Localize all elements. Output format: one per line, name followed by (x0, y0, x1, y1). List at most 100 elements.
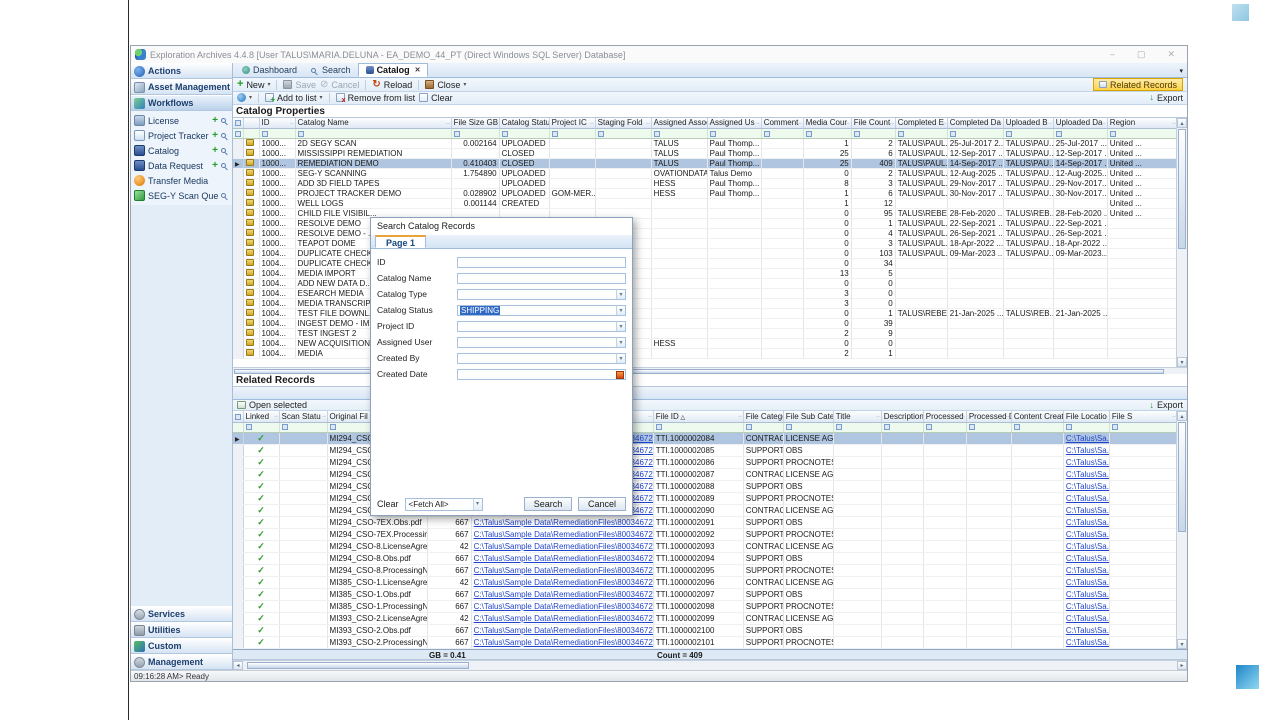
filter-icon[interactable] (884, 424, 890, 430)
cell[interactable]: TALUS\PAUL... (895, 249, 947, 259)
chevron-down-icon[interactable]: ▾ (473, 499, 482, 510)
file-location-link[interactable]: C:\Talus\Sa... (1066, 626, 1110, 635)
file-location-link[interactable]: C:\Talus\Sa... (1066, 614, 1110, 623)
file-location-cell[interactable]: C:\Talus\Sa... (1063, 480, 1109, 492)
file-path-link[interactable]: C:\Talus\Sample Data\RemediationFiles\80… (474, 590, 654, 599)
cell[interactable] (1107, 249, 1177, 259)
cell[interactable] (1003, 339, 1053, 349)
assigned-user-input[interactable]: ▾ (457, 337, 626, 348)
file-path-link[interactable]: C:\Talus\Sample Data\RemediationFiles\80… (474, 614, 654, 623)
file-id-cell[interactable]: TTI.1000002085 (653, 444, 743, 456)
linked-cell[interactable]: ✓ (243, 432, 279, 444)
cell[interactable] (1109, 588, 1177, 600)
filter-cell[interactable] (653, 422, 743, 432)
column-header-content-created[interactable]: Content Created◦◦ (1011, 411, 1063, 422)
cell[interactable] (947, 279, 1003, 289)
file-location-cell[interactable]: C:\Talus\Sa... (1063, 456, 1109, 468)
sidebar-item-data-request[interactable]: Data Request+ (131, 158, 232, 173)
cell[interactable]: CREATED (499, 199, 549, 209)
filter-cell[interactable] (783, 422, 833, 432)
cell[interactable] (833, 600, 881, 612)
file-id-cell[interactable]: TTI.1000002084 (653, 432, 743, 444)
file-location-link[interactable]: C:\Talus\Sa... (1066, 554, 1110, 563)
cell[interactable]: 2 (851, 139, 895, 149)
filter-icon[interactable] (598, 131, 604, 137)
cell[interactable] (651, 259, 707, 269)
cell[interactable]: 30-Nov-2017 ... (947, 189, 1003, 199)
cell[interactable] (1003, 289, 1053, 299)
filter-cell[interactable] (295, 129, 451, 139)
column-header-processed-e[interactable]: Processed E◦◦ (923, 411, 966, 422)
table-row[interactable]: ✓MI294_CSO-7EX.Obs.pdf667C:\Talus\Sample… (233, 516, 1178, 528)
cell[interactable] (1011, 528, 1063, 540)
cell[interactable]: 1 (803, 189, 851, 199)
cell[interactable] (1011, 588, 1063, 600)
sort-filter-icons[interactable]: ◦◦ (738, 414, 742, 420)
filter-cell[interactable] (1109, 422, 1177, 432)
column-header-completed-da[interactable]: Completed Da◦◦ (947, 118, 1003, 129)
file-path-link[interactable]: C:\Talus\Sample Data\RemediationFiles\80… (474, 638, 654, 647)
filter-cell[interactable] (549, 129, 595, 139)
cell[interactable] (761, 249, 803, 259)
cell[interactable] (1053, 319, 1107, 329)
cell[interactable] (923, 540, 966, 552)
cell[interactable] (895, 199, 947, 209)
original-file-cell[interactable]: MI294_CSO-8.LicenseAgre... (327, 540, 427, 552)
cell[interactable] (881, 576, 923, 588)
cell[interactable] (881, 636, 923, 648)
file-category-cell[interactable]: SUPPORT (743, 564, 783, 576)
cell[interactable]: TALUS\PAU... (1003, 159, 1053, 169)
cell[interactable]: 1004... (259, 269, 295, 279)
sidebar-item-project-tracker[interactable]: Project Tracker+ (131, 128, 232, 143)
file-path-link[interactable]: C:\Talus\Sample Data\RemediationFiles\80… (474, 530, 654, 539)
cell[interactable] (761, 179, 803, 189)
file-subcategory-cell[interactable]: LICENSE AGR... (783, 612, 833, 624)
file-id-cell[interactable]: TTI.1000002096 (653, 576, 743, 588)
sort-filter-icons[interactable]: ◦◦ (918, 414, 922, 420)
scan-status-cell[interactable] (279, 480, 327, 492)
linked-cell[interactable]: ✓ (243, 468, 279, 480)
cell[interactable]: Paul Thomp... (707, 189, 761, 199)
filter-icon[interactable] (898, 131, 904, 137)
cell[interactable] (651, 249, 707, 259)
original-file-cell[interactable]: MI294_CSO-7EX.Obs.pdf (327, 516, 427, 528)
cell[interactable] (451, 149, 499, 159)
column-header-description[interactable]: Description◦◦ (881, 411, 923, 422)
fetch-mode-combo[interactable]: <Fetch All> ▾ (405, 498, 483, 511)
export-button[interactable]: ↓ Export (1149, 93, 1183, 103)
cell[interactable] (1109, 444, 1177, 456)
cell[interactable] (833, 552, 881, 564)
table-row[interactable]: 1000...WELL LOGS0.001144CREATED112United… (233, 199, 1178, 209)
cell[interactable] (966, 636, 1011, 648)
related-records-toggle-button[interactable]: Related Records (1093, 78, 1183, 91)
file-path-link[interactable]: C:\Talus\Sample Data\RemediationFiles\80… (474, 578, 654, 587)
cell[interactable] (923, 468, 966, 480)
cell[interactable] (651, 269, 707, 279)
cell[interactable] (549, 149, 595, 159)
cell[interactable] (707, 219, 761, 229)
file-location-link[interactable]: C:\Talus\Sa... (1066, 506, 1110, 515)
cell[interactable] (651, 349, 707, 359)
file-subcategory-cell[interactable]: OBS (783, 624, 833, 636)
sort-filter-icons[interactable]: ◦◦ (998, 121, 1002, 127)
cell[interactable] (549, 179, 595, 189)
cell[interactable] (881, 516, 923, 528)
file-location-link[interactable]: C:\Talus\Sa... (1066, 434, 1110, 443)
sort-filter-icons[interactable]: ◦◦ (1058, 414, 1062, 420)
cell[interactable] (923, 624, 966, 636)
file-size-cell[interactable]: 667 (427, 564, 471, 576)
column-header-linked[interactable]: Linked◦◦ (243, 411, 279, 422)
table-row[interactable]: ✓MI294_CSO-8.ProcessingN...667C:\Talus\S… (233, 564, 1178, 576)
original-file-cell[interactable]: MI393_CSO-2.LicenseAgre... (327, 612, 427, 624)
file-subcategory-cell[interactable]: LICENSE AGR... (783, 468, 833, 480)
cell[interactable] (761, 329, 803, 339)
file-location-cell[interactable]: C:\Talus\Sa... (1063, 624, 1109, 636)
cell[interactable]: 1000... (259, 149, 295, 159)
dialog-search-button[interactable]: Search (524, 497, 572, 511)
sort-filter-icons[interactable]: ◦◦ (942, 121, 946, 127)
file-path-cell[interactable]: C:\Talus\Sample Data\RemediationFiles\80… (471, 624, 653, 636)
cell[interactable]: 1004... (259, 299, 295, 309)
cell[interactable]: United ... (1107, 179, 1177, 189)
cell[interactable] (1053, 339, 1107, 349)
cell[interactable] (1053, 269, 1107, 279)
